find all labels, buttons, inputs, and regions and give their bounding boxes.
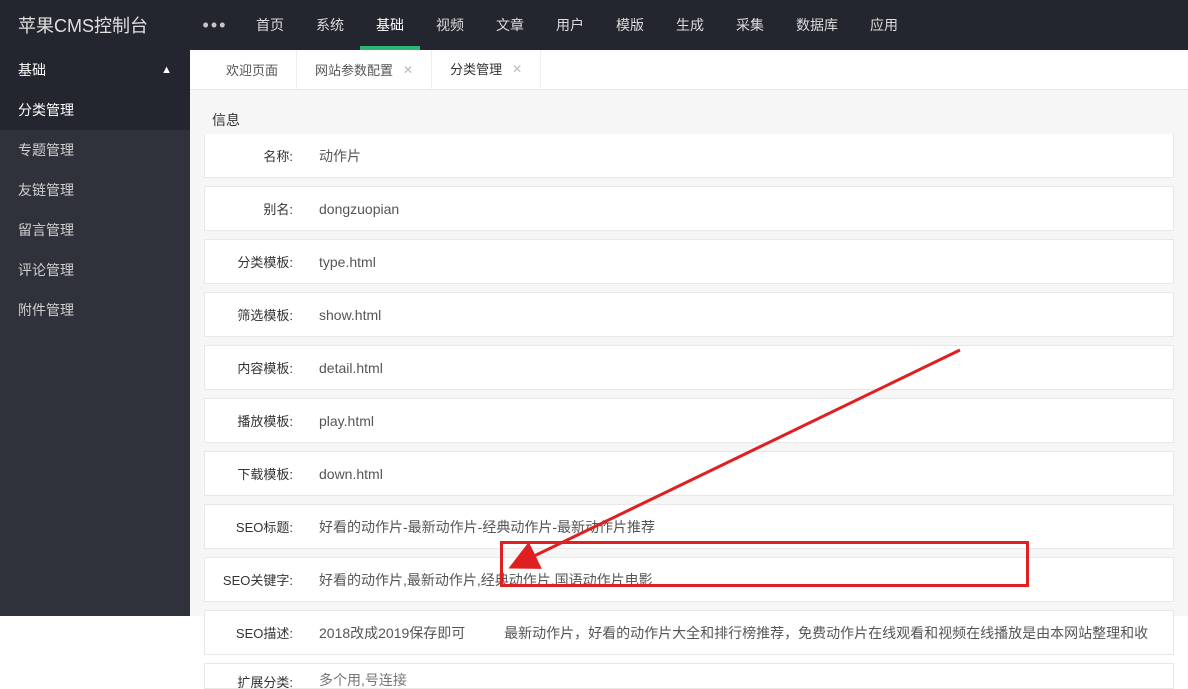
sidebar-head[interactable]: 基础 ▲ <box>0 50 190 90</box>
nav-item-2[interactable]: 基础 <box>360 0 420 50</box>
tab-label: 分类管理 <box>450 59 502 78</box>
dots-icon[interactable]: ••• <box>190 15 240 36</box>
tab-bar: 欢迎页面 网站参数配置 ✕ 分类管理 ✕ <box>190 50 1188 90</box>
form-value <box>307 509 1173 545</box>
sidebar-item-0[interactable]: 分类管理 <box>0 90 190 130</box>
form-row-2: 分类模板: <box>204 239 1174 284</box>
form-value <box>307 562 1173 598</box>
sidebar-head-label: 基础 <box>18 60 46 80</box>
form-input-5[interactable] <box>319 413 1161 429</box>
sidebar: 基础 ▲ 分类管理专题管理友链管理留言管理评论管理附件管理 <box>0 50 190 616</box>
form-label: SEO标题: <box>205 505 307 548</box>
form-input-2[interactable] <box>319 254 1161 270</box>
top-bar: 苹果CMS控制台 ••• 首页系统基础视频文章用户模版生成采集数据库应用 <box>0 0 1188 50</box>
form-label: 内容模板: <box>205 346 307 389</box>
nav-item-4[interactable]: 文章 <box>480 0 540 50</box>
form-input-8[interactable] <box>319 572 1161 588</box>
form-label: SEO描述: <box>205 611 307 654</box>
form-row-5: 播放模板: <box>204 398 1174 443</box>
form-label: 别名: <box>205 187 307 230</box>
form-row-9: SEO描述: <box>204 610 1174 655</box>
form-input-9[interactable] <box>319 625 1161 641</box>
tab-1[interactable]: 网站参数配置 ✕ <box>297 50 432 89</box>
form-row-8: SEO关键字: <box>204 557 1174 602</box>
form-label: 分类模板: <box>205 240 307 283</box>
form-input-7[interactable] <box>319 519 1161 535</box>
form-input-4[interactable] <box>319 360 1161 376</box>
nav-item-8[interactable]: 采集 <box>720 0 780 50</box>
form-input-1[interactable] <box>319 201 1161 217</box>
sidebar-item-4[interactable]: 评论管理 <box>0 250 190 290</box>
form-row-10: 扩展分类: <box>204 663 1174 689</box>
form-value <box>307 191 1173 227</box>
tab-2[interactable]: 分类管理 ✕ <box>432 50 541 89</box>
form-row-3: 筛选模板: <box>204 292 1174 337</box>
form-value <box>307 297 1173 333</box>
form-label: 播放模板: <box>205 399 307 442</box>
sidebar-item-1[interactable]: 专题管理 <box>0 130 190 170</box>
top-nav: 首页系统基础视频文章用户模版生成采集数据库应用 <box>240 0 914 50</box>
form-value <box>307 403 1173 439</box>
nav-item-6[interactable]: 模版 <box>600 0 660 50</box>
tab-label: 欢迎页面 <box>226 60 278 79</box>
close-icon[interactable]: ✕ <box>403 63 413 77</box>
close-icon[interactable]: ✕ <box>512 62 522 76</box>
form-input-0[interactable] <box>319 148 1161 164</box>
sidebar-item-3[interactable]: 留言管理 <box>0 210 190 250</box>
form-input-10[interactable] <box>319 672 1161 688</box>
form-row-7: SEO标题: <box>204 504 1174 549</box>
nav-item-0[interactable]: 首页 <box>240 0 300 50</box>
app-logo: 苹果CMS控制台 <box>0 0 190 50</box>
form-label: 名称: <box>205 134 307 177</box>
nav-item-5[interactable]: 用户 <box>540 0 600 50</box>
form-input-6[interactable] <box>319 466 1161 482</box>
form-value <box>307 664 1173 688</box>
form-row-1: 别名: <box>204 186 1174 231</box>
nav-item-9[interactable]: 数据库 <box>780 0 854 50</box>
form-row-6: 下载模板: <box>204 451 1174 496</box>
form-value <box>307 456 1173 492</box>
form-row-0: 名称: <box>204 134 1174 178</box>
form-row-4: 内容模板: <box>204 345 1174 390</box>
form-input-3[interactable] <box>319 307 1161 323</box>
form-value <box>307 350 1173 386</box>
sidebar-item-2[interactable]: 友链管理 <box>0 170 190 210</box>
form-label: 筛选模板: <box>205 293 307 336</box>
tab-label: 网站参数配置 <box>315 60 393 79</box>
form-label: 下载模板: <box>205 452 307 495</box>
main-area: 欢迎页面网站参数配置✕分类管理✕ 信息 名称:别名:分类模板:筛选模板:内容模板… <box>190 50 1188 616</box>
nav-item-3[interactable]: 视频 <box>420 0 480 50</box>
nav-item-10[interactable]: 应用 <box>854 0 914 50</box>
form-value <box>307 244 1173 280</box>
form-value <box>307 138 1173 174</box>
form-value <box>307 615 1173 651</box>
tab-0[interactable]: 欢迎页面 <box>208 50 297 89</box>
sidebar-item-5[interactable]: 附件管理 <box>0 290 190 330</box>
form-panel: 信息 名称:别名:分类模板:筛选模板:内容模板:播放模板:下载模板:SEO标题:… <box>190 90 1188 689</box>
chevron-up-icon: ▲ <box>161 64 172 76</box>
nav-item-1[interactable]: 系统 <box>300 0 360 50</box>
nav-item-7[interactable]: 生成 <box>660 0 720 50</box>
form-label: SEO关键字: <box>205 558 307 601</box>
form-label: 扩展分类: <box>205 664 307 689</box>
